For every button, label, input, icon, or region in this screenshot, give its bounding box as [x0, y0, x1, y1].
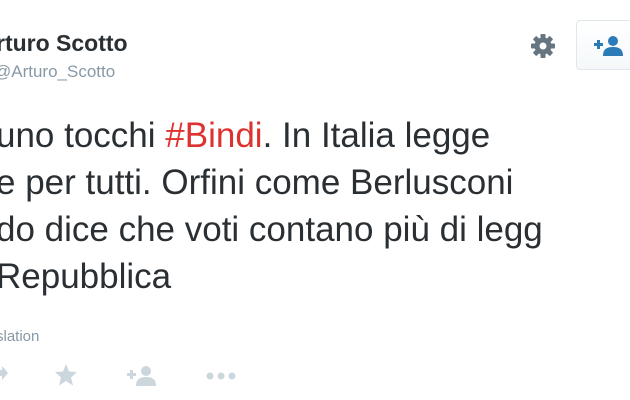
tweet-line-2: e per tutti. Orfini come Berlusconi — [0, 163, 514, 202]
add-user-icon — [594, 36, 623, 56]
tweet-text-segment: . In Italia legge — [262, 116, 491, 155]
add-user-icon[interactable] — [127, 360, 159, 390]
tweet-line-4: Repubblica — [0, 257, 172, 296]
author-handle[interactable]: @Arturo_Scotto — [0, 62, 115, 82]
tweet-line-3: do dice che voti contano più di legg — [0, 210, 543, 249]
retweet-icon[interactable] — [0, 360, 8, 390]
follow-button[interactable] — [576, 20, 630, 70]
tweet-text-segment: uno tocchi — [0, 116, 166, 155]
tweet-line-1: uno tocchi #Bindi. In Italia legge — [0, 112, 630, 159]
tweet-text: uno tocchi #Bindi. In Italia legge e per… — [0, 112, 630, 300]
star-icon[interactable] — [54, 360, 78, 390]
view-translation-link[interactable]: slation — [0, 328, 39, 345]
author-name[interactable]: rturo Scotto — [0, 30, 128, 56]
hashtag-link[interactable]: #Bindi — [165, 116, 262, 155]
more-dots-icon[interactable] — [205, 360, 239, 390]
gear-icon[interactable] — [529, 32, 557, 60]
tweet-card: rturo Scotto @Arturo_Scotto uno tocchi #… — [0, 0, 630, 400]
